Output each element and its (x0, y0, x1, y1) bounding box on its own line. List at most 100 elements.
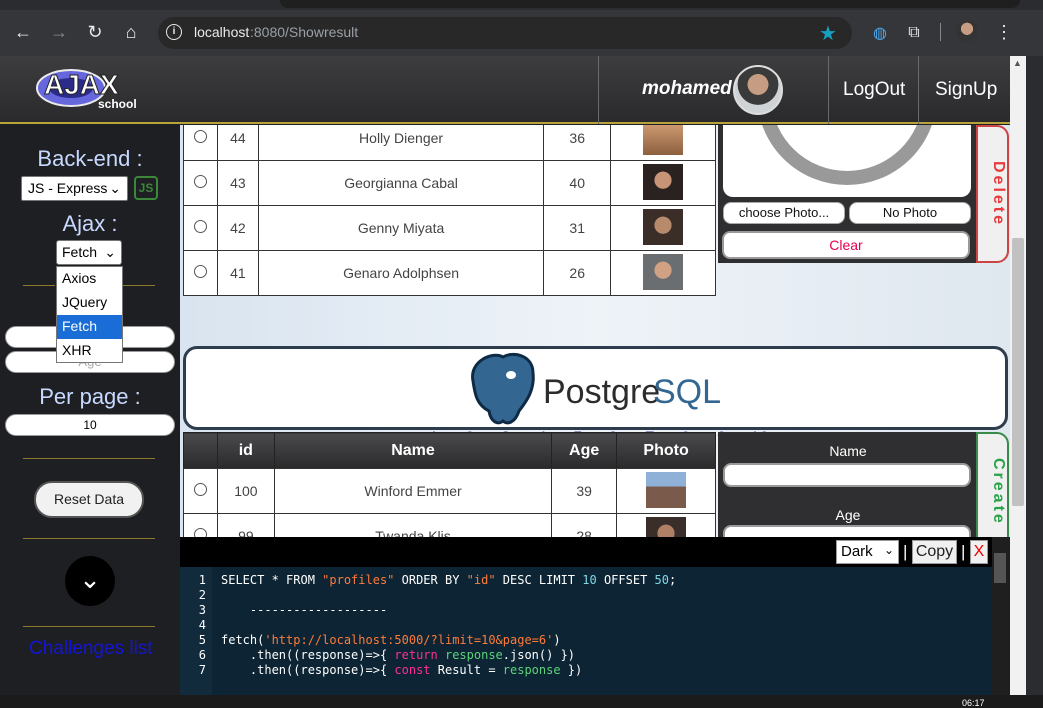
extensions-puzzle-icon[interactable]: ⧉ (900, 19, 928, 47)
age-field-label: Age (835, 507, 861, 523)
col-age[interactable]: Age (551, 432, 618, 469)
taskbar (0, 695, 1043, 708)
profile-avatar-icon[interactable] (956, 20, 978, 42)
no-photo-button[interactable]: No Photo (849, 202, 971, 224)
row-photo (643, 208, 684, 245)
theme-select-value: Dark (841, 543, 873, 560)
code-line-7: .then((response)=>{ const Result = respo… (221, 663, 583, 677)
ajax-option-axios[interactable]: Axios (57, 267, 122, 291)
chevron-down-icon: ⌄ (109, 180, 121, 196)
ajax-select[interactable]: Fetch ⌄ (56, 240, 122, 265)
backend-select[interactable]: JS - Express ⌄ (21, 176, 128, 201)
row-radio[interactable] (193, 220, 207, 233)
choose-photo-button[interactable]: choose Photo... (723, 202, 845, 224)
ajax-logo[interactable]: AJAX school (36, 64, 146, 112)
ajax-dropdown-list: Axios JQuery Fetch XHR (56, 266, 123, 363)
row-radio[interactable] (193, 265, 207, 278)
browser-tab-strip (280, 0, 1020, 8)
home-icon[interactable]: ⌂ (117, 18, 145, 46)
code-line-3: ------------------- (221, 603, 388, 617)
reload-icon[interactable]: ↻ (81, 18, 109, 46)
create-tab[interactable]: Create (976, 432, 1009, 537)
table-row: 100 Winford Emmer 39 (183, 468, 716, 514)
signup-link[interactable]: SignUp (935, 79, 997, 101)
menu-kebab-icon[interactable]: ⋮ (990, 18, 1018, 46)
age-field[interactable] (723, 525, 971, 537)
clock: 06:17 (962, 698, 985, 708)
perpage-input[interactable]: 10 (5, 414, 175, 436)
clear-button[interactable]: Clear (722, 231, 970, 259)
extension-badge-icon[interactable]: ◍ (866, 19, 894, 47)
row-id: 41 (216, 250, 259, 296)
scroll-up-icon[interactable]: ▲ (1013, 58, 1022, 68)
line-number: 2 (198, 588, 206, 602)
row-age: 39 (551, 468, 618, 514)
backend-select-value: JS - Express (28, 180, 108, 196)
results-table-bottom: 100 Winford Emmer 39 99 Twanda Klis 28 (183, 468, 716, 537)
row-age: 31 (543, 205, 612, 251)
svg-text:school: school (98, 97, 137, 111)
line-number: 1 (198, 573, 206, 587)
divider (23, 538, 155, 539)
back-icon[interactable]: ← (9, 18, 37, 46)
url-path: :8080/Showresult (250, 24, 359, 40)
svg-text:Postgre: Postgre (543, 373, 660, 411)
col-name[interactable]: Name (273, 432, 553, 469)
theme-select[interactable]: Dark ⌄ (836, 540, 899, 564)
ajax-title: Ajax : (62, 211, 118, 236)
row-photo (643, 125, 684, 155)
table-row: 99 Twanda Klis 28 (183, 513, 716, 537)
row-age: 26 (543, 250, 612, 296)
row-radio[interactable] (193, 528, 207, 537)
postgresql-elephant-icon: Postgre SQL (471, 352, 721, 425)
toolbar-divider (940, 23, 941, 41)
console-scroll-thumb[interactable] (994, 553, 1006, 583)
name-field[interactable] (723, 463, 971, 487)
row-radio[interactable] (193, 483, 207, 496)
chevron-down-icon: ⌄ (104, 244, 116, 260)
postgresql-banner: Postgre SQL (183, 346, 1008, 430)
row-name: Georgianna Cabal (257, 160, 545, 206)
svg-text:SQL: SQL (653, 373, 721, 411)
chevron-down-icon[interactable]: ⌄ (65, 556, 115, 606)
row-name: Holly Dienger (257, 125, 545, 161)
copy-button[interactable]: Copy (912, 540, 957, 564)
photo-preview (723, 125, 971, 197)
logout-link[interactable]: LogOut (843, 79, 905, 101)
line-number: 4 (198, 618, 206, 632)
col-select (183, 432, 218, 469)
backend-title: Back-end : (37, 146, 143, 171)
forward-icon[interactable]: → (45, 18, 73, 46)
chevron-down-icon: ⌄ (883, 543, 894, 557)
site-info-icon[interactable]: i (166, 24, 182, 40)
col-id[interactable]: id (216, 432, 275, 469)
row-name: Twanda Klis (273, 513, 553, 537)
user-name: mohamed (642, 78, 732, 99)
user-avatar[interactable] (733, 65, 783, 115)
row-radio[interactable] (193, 130, 207, 143)
delete-tab[interactable]: Delete (976, 125, 1009, 263)
results-table-header: id Name Age Photo (183, 432, 716, 469)
nodejs-icon: JS (134, 176, 158, 200)
ajax-option-xhr[interactable]: XHR (57, 339, 122, 363)
row-id: 43 (216, 160, 259, 206)
row-radio[interactable] (193, 175, 207, 188)
row-photo (643, 163, 684, 200)
bookmark-star-icon[interactable]: ★ (814, 19, 842, 47)
row-id: 99 (216, 513, 275, 537)
ajax-option-fetch[interactable]: Fetch (57, 315, 122, 339)
header-divider (918, 56, 919, 124)
avatar-placeholder-icon (757, 125, 937, 185)
row-name: Genny Miyata (257, 205, 545, 251)
challenges-list-link[interactable]: Challenges list (29, 638, 153, 660)
line-number: 5 (198, 633, 206, 647)
svg-text:AJAX: AJAX (44, 69, 119, 100)
table-row: 42 Genny Miyata 31 (183, 205, 716, 251)
divider (23, 626, 155, 627)
ajax-option-jquery[interactable]: JQuery (57, 291, 122, 315)
reset-data-button[interactable]: Reset Data (34, 481, 144, 518)
row-name: Winford Emmer (273, 468, 553, 514)
row-id: 44 (216, 125, 259, 161)
close-console-button[interactable]: X (970, 540, 988, 564)
page-scroll-thumb[interactable] (1012, 238, 1024, 506)
